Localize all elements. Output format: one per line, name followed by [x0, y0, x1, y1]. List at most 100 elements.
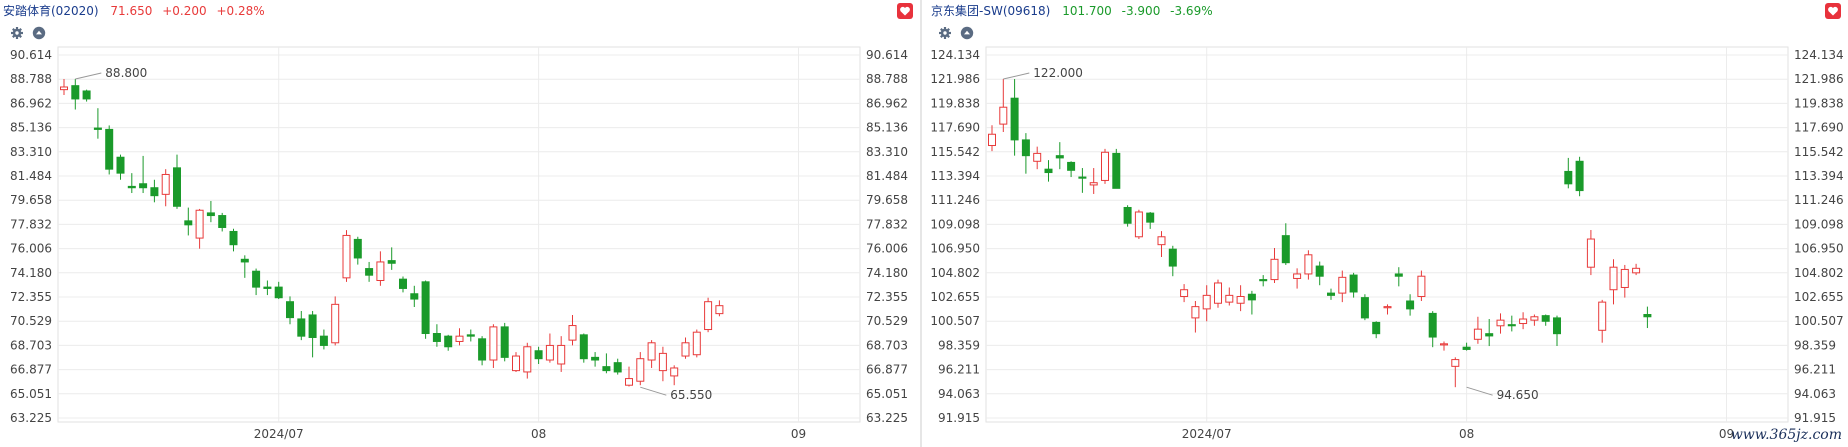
candle-body: [1089, 182, 1098, 186]
candle-body: [557, 344, 566, 365]
candle: [1507, 315, 1516, 332]
candle-body: [139, 183, 148, 189]
candle: [286, 296, 294, 325]
candle: [704, 297, 713, 333]
candle: [455, 328, 464, 346]
annotation-leader: [1003, 72, 1030, 80]
y-tick-label-right: 111.246: [1794, 193, 1844, 207]
candle-body: [1123, 206, 1132, 224]
candle-body: [161, 173, 170, 195]
candle-body: [500, 326, 509, 358]
candle: [1643, 306, 1652, 329]
y-tick-label-right: 65.051: [866, 387, 908, 401]
candle-body: [297, 318, 306, 337]
y-tick-label-left: 109.098: [930, 217, 980, 231]
low-annotation: 65.550: [670, 388, 712, 402]
y-tick-label-right: 79.658: [866, 193, 908, 207]
chart-panel-right: 京东集团-SW(09618) 101.700 -3.900 -3.69% 124…: [928, 0, 1848, 447]
candle-body: [534, 350, 543, 360]
y-tick-label-left: 117.690: [930, 121, 980, 135]
y-tick-label-left: 111.246: [930, 193, 980, 207]
y-tick-label-left: 77.832: [10, 217, 52, 231]
candle-body: [1507, 324, 1516, 327]
candle: [376, 251, 385, 286]
candle-body: [240, 258, 249, 263]
y-tick-label-left: 90.614: [10, 48, 52, 62]
candle-body: [308, 314, 317, 338]
candle-body: [1304, 254, 1313, 275]
candle: [988, 125, 996, 152]
candle-body: [1078, 176, 1087, 179]
y-tick-label-right: 119.838: [1794, 96, 1844, 110]
candle: [387, 247, 396, 270]
candle: [1247, 290, 1256, 315]
candle-body: [1485, 333, 1494, 337]
candle-body: [353, 238, 362, 259]
candle-body: [319, 335, 328, 346]
y-tick-label-left: 83.310: [10, 145, 52, 159]
candle-body: [1473, 328, 1482, 340]
y-tick-label-right: 115.542: [1794, 145, 1844, 159]
candle-body: [1214, 282, 1222, 304]
candlestick-chart[interactable]: 90.614 90.614 88.788 88.788 86.962 86.962 85.1…: [0, 0, 920, 447]
candle: [1134, 209, 1143, 240]
candle-body: [195, 209, 204, 239]
candle: [1451, 357, 1460, 388]
candle: [342, 230, 351, 282]
candle: [1485, 319, 1494, 347]
x-tick-label: 2024/07: [1182, 427, 1232, 441]
candle-body: [1553, 317, 1561, 335]
candle-body: [692, 331, 701, 356]
candle-body: [1417, 275, 1426, 297]
candle-body: [704, 301, 713, 331]
candle-body: [387, 260, 396, 264]
candle-body: [1202, 294, 1211, 310]
candle-body: [342, 234, 351, 279]
candle: [692, 329, 701, 358]
candlestick-chart[interactable]: 124.134 124.134 121.986 121.986 119.838 119.8…: [928, 0, 1848, 447]
y-tick-label-right: 90.614: [866, 48, 908, 62]
candle: [353, 236, 362, 265]
candle-body: [60, 86, 68, 91]
candle-body: [1360, 297, 1369, 319]
candle-body: [1021, 139, 1030, 157]
y-tick-label-right: 124.134: [1794, 48, 1844, 62]
y-tick-label-right: 98.359: [1794, 338, 1836, 352]
y-tick-label-right: 88.788: [866, 72, 908, 86]
candle: [173, 154, 181, 209]
y-tick-label-left: 65.051: [10, 387, 52, 401]
candle: [410, 285, 419, 308]
candle: [1202, 285, 1211, 322]
candle-body: [715, 305, 724, 315]
candle-body: [602, 366, 611, 372]
candle-body: [1191, 306, 1200, 319]
candle-body: [1315, 265, 1324, 277]
candle-body: [1496, 319, 1505, 327]
candle: [681, 337, 690, 359]
panel-divider: [920, 0, 922, 447]
candle: [444, 334, 453, 351]
candle-body: [658, 352, 667, 372]
candle: [1293, 268, 1302, 289]
candle-body: [455, 335, 464, 342]
y-tick-label-right: 76.006: [866, 242, 908, 256]
candle-body: [127, 185, 136, 189]
candle-body: [1541, 315, 1550, 322]
candle-body: [579, 334, 588, 360]
candle: [1021, 133, 1030, 174]
candle-body: [93, 127, 102, 130]
candle: [60, 79, 68, 95]
candle: [1383, 304, 1392, 315]
candle: [636, 352, 645, 386]
candle-body: [1564, 170, 1573, 185]
candle-body: [274, 286, 283, 299]
candle: [1270, 248, 1279, 283]
y-tick-label-right: 102.655: [1794, 290, 1844, 304]
candle: [1146, 211, 1155, 229]
candle: [478, 336, 487, 366]
candle: [1236, 285, 1245, 312]
candle-body: [71, 85, 80, 100]
candle-body: [1101, 151, 1109, 181]
candle-body: [591, 356, 600, 361]
candle-body: [1440, 343, 1448, 346]
